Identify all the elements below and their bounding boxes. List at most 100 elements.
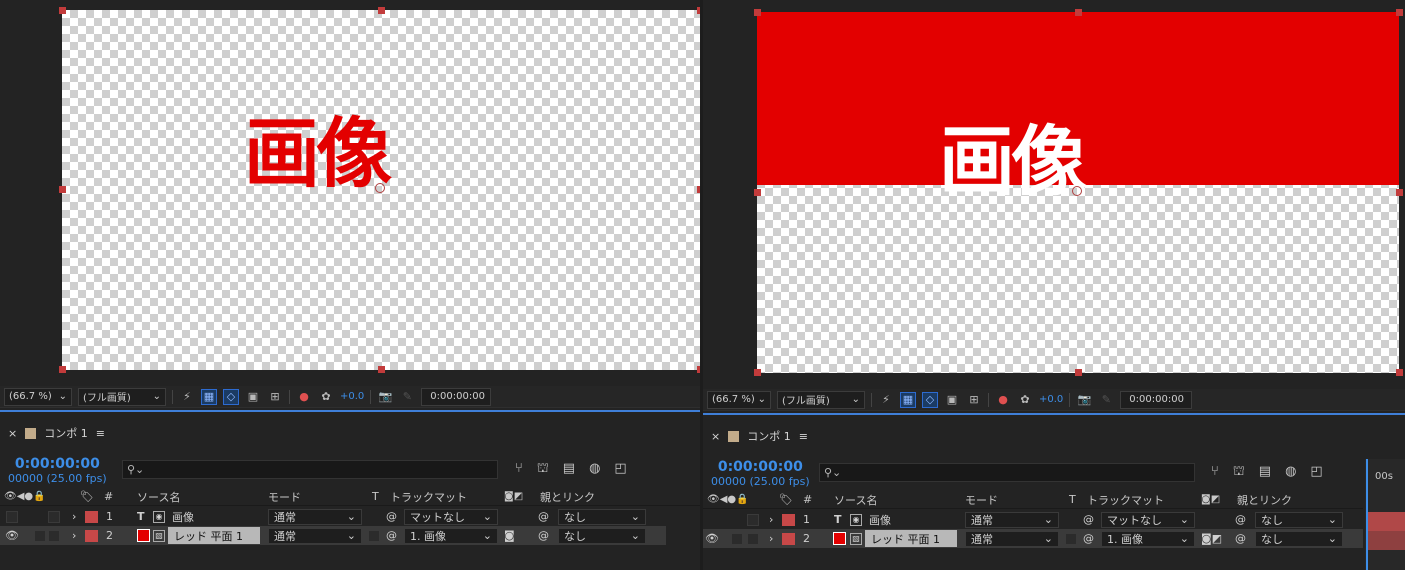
comp-flowchart-icon[interactable]: ⑂ [1211, 464, 1219, 481]
graph-editor-icon[interactable]: ◰ [614, 461, 626, 478]
parent-pickwhip-icon[interactable]: @ [1235, 513, 1246, 526]
eye-icon[interactable]: 👁 [5, 529, 19, 542]
text-layer-kanji[interactable]: 画像 [244, 116, 392, 192]
parent-dropdown[interactable]: なし ⌄ [558, 508, 646, 525]
expand-chevron-icon[interactable]: › [72, 510, 76, 523]
snapshot-camera-icon[interactable]: 📷 [1076, 392, 1092, 408]
draft-3d-icon[interactable]: ⛫ [1233, 464, 1245, 481]
track-matte-dropdown[interactable]: 1. 画像 ⌄ [404, 527, 498, 544]
viewer-timecode[interactable]: 0:00:00:00 [421, 387, 492, 406]
exposure-value[interactable]: +0.0 [340, 391, 364, 402]
viewer-timecode[interactable]: 0:00:00:00 [1120, 390, 1193, 409]
current-time-display[interactable]: 0:00:00:00 00000 (25.00 fps) [8, 456, 107, 485]
parent-dropdown[interactable]: なし ⌄ [558, 527, 646, 544]
handle-bm[interactable] [1075, 369, 1082, 376]
layer-row[interactable]: 👁 › 2 ▧ レッド 平面 1 通常 ⌄ @ 1. 画像 ⌄ ◙ @ なし ⌄ [0, 526, 666, 545]
column-source-name[interactable]: ソース名 [834, 492, 877, 508]
mask-path-icon[interactable]: ◇ [223, 388, 239, 405]
track-matte-dropdown[interactable]: マットなし ⌄ [404, 508, 498, 525]
color-management-icon[interactable]: ✿ [1017, 392, 1033, 408]
frame-blending-icon[interactable]: ▤ [563, 461, 575, 478]
channel-icon[interactable]: ● [296, 389, 312, 405]
layer-search-input[interactable]: ⚲⌄ [819, 463, 1195, 482]
parent-dropdown[interactable]: なし ⌄ [1255, 511, 1343, 528]
track-matte-dropdown[interactable]: 1. 画像 ⌄ [1101, 530, 1195, 547]
eye-icon[interactable]: 👁 [705, 532, 719, 545]
lock-toggle[interactable] [747, 532, 759, 545]
handle-bm[interactable] [378, 366, 385, 373]
exposure-value[interactable]: +0.0 [1039, 394, 1063, 405]
zoom-dropdown[interactable]: (66.7 %) ⌄ [4, 387, 72, 406]
handle-tr[interactable] [1396, 9, 1403, 16]
current-time-display[interactable]: 0:00:00:00 00000 (25.00 fps) [711, 459, 810, 488]
layer-search-input[interactable]: ⚲⌄ [122, 460, 498, 479]
column-parent[interactable]: 親とリンク [1237, 492, 1292, 508]
layer-row[interactable]: › 1 T ◉ 画像 通常 ⌄ @ マットなし ⌄ @ なし ⌄ [703, 510, 1363, 529]
close-icon[interactable]: × [8, 427, 17, 440]
solo-toggle[interactable] [34, 529, 46, 542]
handle-tm[interactable] [378, 7, 385, 14]
handle-tm[interactable] [1075, 9, 1082, 16]
comp-tab-label[interactable]: コンポ 1 [44, 425, 88, 441]
region-of-interest-icon[interactable]: ▣ [245, 389, 261, 405]
current-timecode[interactable]: 0:00:00:00 [711, 459, 810, 475]
parent-pickwhip-icon[interactable]: @ [538, 510, 549, 523]
label-color[interactable] [85, 510, 98, 523]
alpha-matte-icon[interactable]: ◙ [504, 529, 515, 542]
draft-3d-icon[interactable]: ⛫ [537, 461, 549, 478]
region-of-interest-icon[interactable]: ▣ [944, 392, 960, 408]
mask-path-icon[interactable]: ◇ [922, 391, 938, 408]
layer-name[interactable]: 画像 [172, 509, 194, 525]
label-color[interactable] [782, 532, 795, 545]
layer-name[interactable]: 画像 [869, 512, 891, 528]
mode-dropdown[interactable]: 通常 ⌄ [965, 511, 1059, 528]
lock-toggle[interactable] [48, 529, 60, 542]
layer-duration-bar[interactable] [1368, 531, 1405, 550]
matte-link-icon[interactable]: @ [386, 510, 397, 523]
color-management-icon[interactable]: ✿ [318, 389, 334, 405]
solo-toggle[interactable] [48, 510, 60, 523]
comp-tab-label[interactable]: コンポ 1 [747, 428, 791, 444]
expand-chevron-icon[interactable]: › [72, 529, 76, 542]
handle-mr[interactable] [1396, 189, 1403, 196]
column-track-matte[interactable]: トラックマット [1087, 492, 1164, 508]
panel-menu-icon[interactable]: ≡ [799, 430, 808, 443]
video-toggle[interactable] [6, 510, 18, 523]
matte-link-icon[interactable]: @ [1083, 532, 1094, 545]
handle-tl[interactable] [59, 7, 66, 14]
solo-toggle[interactable] [747, 513, 759, 526]
handle-ml[interactable] [754, 189, 761, 196]
text-layer-kanji[interactable]: 画像 [939, 124, 1087, 200]
fast-preview-icon[interactable]: ⚡ [878, 392, 894, 408]
graph-editor-icon[interactable]: ◰ [1310, 464, 1322, 481]
parent-dropdown[interactable]: なし ⌄ [1255, 530, 1343, 547]
channel-icon[interactable]: ● [995, 392, 1011, 408]
zoom-dropdown[interactable]: (66.7 %) ⌄ [707, 390, 771, 409]
transparency-grid-icon[interactable]: ▦ [201, 388, 217, 405]
matte-link-icon[interactable]: @ [386, 529, 397, 542]
handle-ml[interactable] [59, 186, 66, 193]
anchor-point-icon[interactable] [375, 183, 385, 193]
handle-br[interactable] [697, 366, 700, 373]
column-source-name[interactable]: ソース名 [137, 489, 180, 505]
close-icon[interactable]: × [711, 430, 720, 443]
timeline-tab[interactable]: × コンポ 1 ≡ [0, 420, 700, 446]
label-color[interactable] [85, 529, 98, 542]
comp-flowchart-icon[interactable]: ⑂ [515, 461, 523, 478]
guides-icon[interactable]: ⊞ [966, 392, 982, 408]
mode-dropdown[interactable]: 通常 ⌄ [268, 508, 362, 525]
frame-blending-icon[interactable]: ▤ [1259, 464, 1271, 481]
layer-row[interactable]: 👁 › 2 ▧ レッド 平面 1 通常 ⌄ @ 1. 画像 ⌄ ◙◩ @ なし ⌄ [703, 529, 1363, 548]
column-parent[interactable]: 親とリンク [540, 489, 595, 505]
handle-mr[interactable] [697, 186, 700, 193]
mode-dropdown[interactable]: 通常 ⌄ [268, 527, 362, 544]
motion-blur-icon[interactable]: ◍ [589, 461, 600, 478]
parent-pickwhip-icon[interactable]: @ [1235, 532, 1246, 545]
fast-preview-icon[interactable]: ⚡ [179, 389, 195, 405]
anchor-point-icon[interactable] [1072, 186, 1082, 196]
preserve-transparency-toggle[interactable] [368, 529, 380, 542]
track-matte-dropdown[interactable]: マットなし ⌄ [1101, 511, 1195, 528]
guides-icon[interactable]: ⊞ [267, 389, 283, 405]
show-snapshot-icon[interactable]: ✎ [1098, 392, 1114, 408]
handle-bl[interactable] [754, 369, 761, 376]
